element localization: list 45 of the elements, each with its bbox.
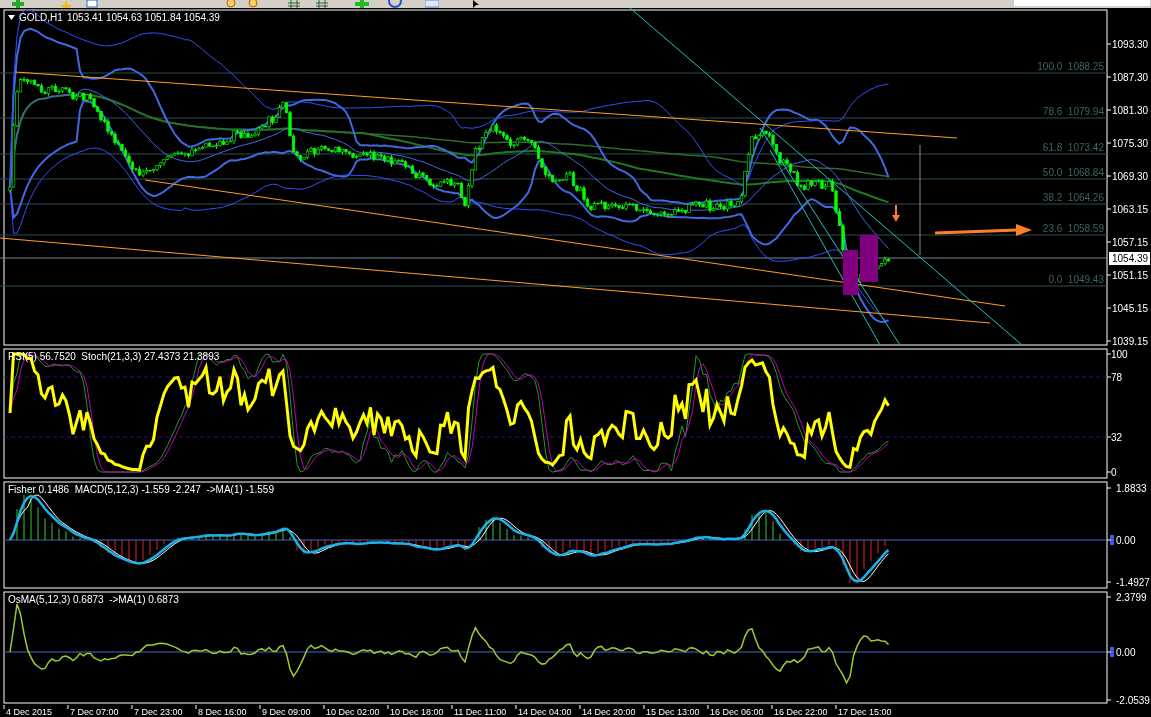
price-axis-label: 1039.15 (1112, 336, 1149, 347)
time-axis-label: 17 Dec 15:00 (838, 707, 892, 717)
price-axis-label: 1051.15 (1112, 270, 1149, 281)
price-axis-label: 1057.15 (1112, 237, 1149, 248)
time-axis-label: 9 Dec 09:00 (262, 707, 311, 717)
osma-axis-label: 0.00 (1116, 647, 1136, 658)
fibonacci-label: 100.0 1088.25 (1037, 61, 1104, 72)
time-axis-label: 7 Dec 23:00 (134, 707, 183, 717)
fibonacci-label: 23.6 1058.59 (1042, 223, 1104, 234)
macd-axis-label: -1.4927 (1116, 577, 1150, 588)
fibonacci-label: 61.8 1073.42 (1042, 142, 1104, 153)
time-axis-label: 14 Dec 04:00 (518, 707, 572, 717)
osma-legend: OsMA(5,12,3) 0.6873 ->MA(1) 0.6873 (8, 594, 179, 605)
price-axis-label: 1045.15 (1112, 303, 1149, 314)
time-axis-label: 14 Dec 20:00 (582, 707, 636, 717)
fibonacci-label: 78.6 1079.94 (1042, 106, 1104, 117)
time-axis-label: 16 Dec 22:00 (774, 707, 828, 717)
osma-axis-label: -2.0539 (1116, 695, 1150, 705)
ohlc-values: 1053.41 1054.63 1051.84 1054.39 (67, 12, 220, 23)
oscillator-axis-label: 0 (1111, 467, 1117, 478)
price-axis-label: 1075.30 (1112, 138, 1149, 149)
fibonacci-label: 38.2 1064.26 (1042, 192, 1104, 203)
oscillator-axis-label: 32 (1111, 432, 1123, 443)
time-axis-label: 16 Dec 06:00 (710, 707, 764, 717)
oscillator-axis-label: 78 (1111, 372, 1123, 383)
current-price-label: 1054.39 (1109, 252, 1150, 265)
price-axis-label: 1063.15 (1112, 204, 1149, 215)
price-axis-label: 1087.30 (1112, 72, 1149, 83)
time-axis-label: 10 Dec 18:00 (390, 707, 444, 717)
osma-axis-label: 2.3799 (1116, 592, 1147, 603)
macd-axis-label: 1.8833 (1116, 483, 1147, 494)
macd-legend: Fisher 0.1486 MACD(5,12,3) -1.559 -2.247 ->MA(1) -1.559 (8, 484, 274, 495)
time-axis-label: 11 Dec 11:00 (454, 707, 507, 717)
price-axis-label: 1093.30 (1112, 39, 1149, 50)
time-axis-label: 8 Dec 16:00 (198, 707, 247, 717)
oscillator-axis-label: 100 (1111, 349, 1128, 360)
price-axis-label: 1081.30 (1112, 105, 1149, 116)
macd-axis-label: 0.00 (1116, 535, 1136, 546)
fibonacci-label: 0.0 1049.43 (1048, 274, 1104, 285)
time-axis-label: 15 Dec 13:00 (646, 707, 700, 717)
time-axis-label: 4 Dec 2015 (6, 707, 53, 717)
time-axis-label: 10 Dec 02:00 (326, 707, 380, 717)
price-axis-label: 1069.30 (1112, 171, 1149, 182)
time-axis-label: 7 Dec 07:00 (70, 707, 119, 717)
fibonacci-label: 50.0 1068.84 (1042, 167, 1104, 178)
